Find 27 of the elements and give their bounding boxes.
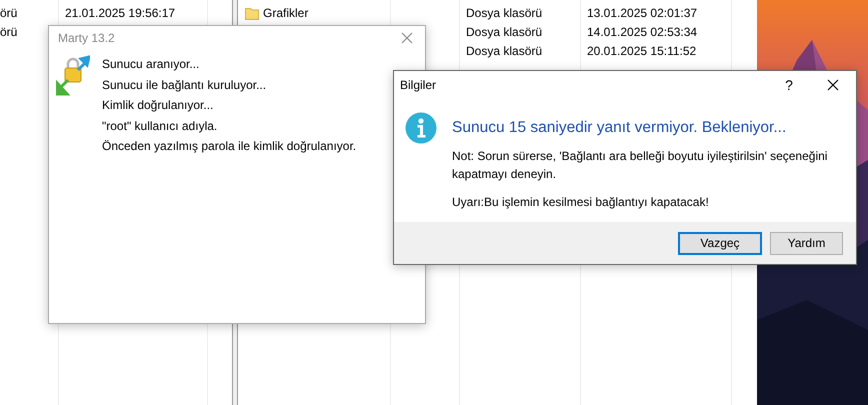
- info-icon: [405, 112, 437, 144]
- table-cell-text: Dosya klasörü: [465, 24, 544, 41]
- table-cell-text: örü: [0, 24, 18, 41]
- table-cell-text: Dosya klasörü: [465, 5, 544, 22]
- lock-arrows-icon: [56, 54, 90, 96]
- log-line: Sunucu ile bağlantı kuruluyor...: [102, 76, 268, 94]
- log-line: Sunucu aranıyor...: [102, 56, 200, 73]
- log-line: Kimlik doğrulanıyor...: [102, 97, 214, 114]
- window-title: Bilgiler: [400, 78, 438, 92]
- log-line: "root" kullanıcı adıyla.: [102, 118, 218, 134]
- table-cell-text: 21.01.2025 19:56:17: [64, 5, 176, 22]
- file-name[interactable]: Grafikler: [263, 4, 308, 23]
- table-cell-text: 14.01.2025 02:53:34: [586, 24, 698, 41]
- table-cell-text: 13.01.2025 02:01:37: [586, 5, 698, 22]
- window-title: Marty 13.2: [58, 31, 115, 45]
- table-cell-text: Dosya klasörü: [465, 43, 544, 60]
- table-cell-text: örü: [0, 5, 18, 22]
- help-button[interactable]: ?: [766, 77, 812, 93]
- log-line: Önceden yazılmış parola ile kimlik doğrulanıyor.: [102, 138, 356, 155]
- close-icon[interactable]: [827, 79, 839, 91]
- warning-text: Uyarı:Bu işlemin kesilmesi bağlantıyı kapatacak!: [452, 195, 710, 209]
- table-cell-text: 20.01.2025 15:11:52: [586, 43, 698, 60]
- note-text: Not: Sorun sürerse, 'Bağlantı ara belleği boyutu iyileştirilsin' seçeneğini kapatmayı deneyin.: [452, 148, 828, 183]
- dialog-heading: Sunucu 15 saniyedir yanıt vermiyor. Bekleniyor...: [452, 119, 788, 137]
- help-button[interactable]: Yardım: [770, 232, 843, 254]
- folder-icon: [245, 7, 259, 20]
- cancel-button[interactable]: Vazgeç: [678, 232, 762, 254]
